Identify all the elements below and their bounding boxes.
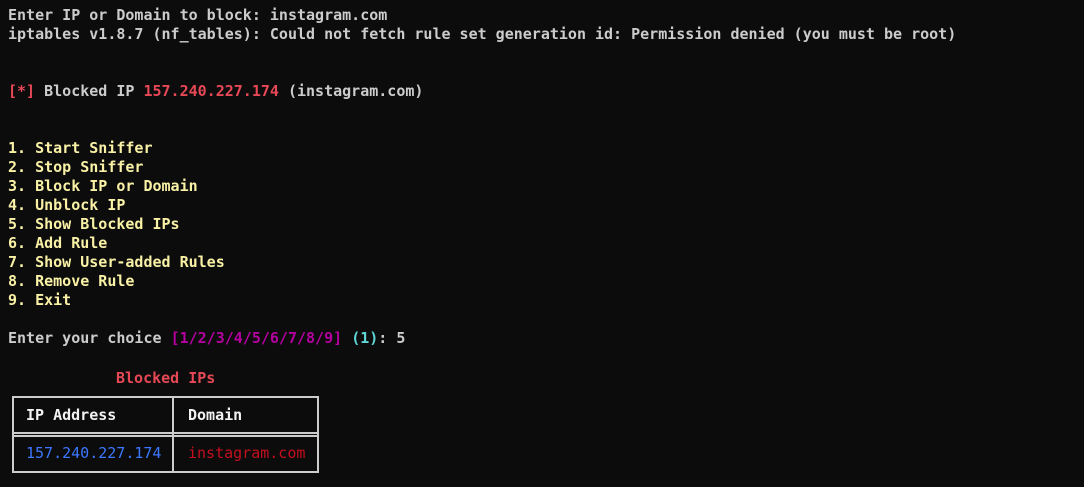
block-prompt-line: Enter IP or Domain to block: instagram.c…	[8, 6, 1076, 25]
menu-item-stop-sniffer: 2. Stop Sniffer	[8, 158, 144, 176]
blocked-ip: 157.240.227.174	[143, 82, 279, 100]
menu-item-start-sniffer: 1. Start Sniffer	[8, 139, 153, 157]
status-marker: [*]	[8, 82, 36, 100]
table-header-divider	[12, 432, 319, 437]
table-cell-domain: instagram.com	[188, 444, 306, 462]
menu-item-add-rule: 6. Add Rule	[8, 234, 108, 252]
menu-item-exit: 9. Exit	[8, 291, 72, 309]
iptables-error-line: iptables v1.8.7 (nf_tables): Could not f…	[8, 25, 957, 43]
blocked-message-line: [*] Blocked IP 157.240.227.174 (instagra…	[8, 82, 1076, 101]
menu-item-remove-rule: 8. Remove Rule	[8, 272, 135, 290]
blocked-ips-table: IP Address Domain 157.240.227.174 instag…	[12, 396, 319, 473]
table-cell-ip: 157.240.227.174	[26, 444, 162, 462]
table-column-divider	[172, 396, 174, 473]
choice-separator: :	[378, 329, 397, 347]
column-header-domain: Domain	[188, 406, 243, 424]
blocked-message-text: Blocked IP	[35, 82, 144, 100]
menu-item-unblock-ip: 4. Unblock IP	[8, 196, 126, 214]
terminal-output: Enter IP or Domain to block: instagram.c…	[8, 6, 1076, 348]
choice-options: [1/2/3/4/5/6/7/8/9]	[170, 329, 343, 347]
menu-item-show-rules: 7. Show User-added Rules	[8, 253, 225, 271]
choice-input-value[interactable]: 5	[396, 329, 405, 347]
menu-item-show-blocked: 5. Show Blocked IPs	[8, 215, 180, 233]
block-prompt-label: Enter IP or Domain to block:	[8, 6, 270, 24]
column-header-ip-address: IP Address	[26, 406, 117, 424]
choice-default: (1)	[351, 329, 379, 347]
blocked-domain: (instagram.com)	[278, 82, 424, 100]
table-title: Blocked IPs	[116, 369, 216, 387]
block-prompt-value: instagram.com	[269, 6, 388, 24]
menu-item-block-ip: 3. Block IP or Domain	[8, 177, 198, 195]
choice-label: Enter your choice	[8, 329, 171, 347]
choice-prompt-line[interactable]: Enter your choice [1/2/3/4/5/6/7/8/9] (1…	[8, 329, 1076, 348]
